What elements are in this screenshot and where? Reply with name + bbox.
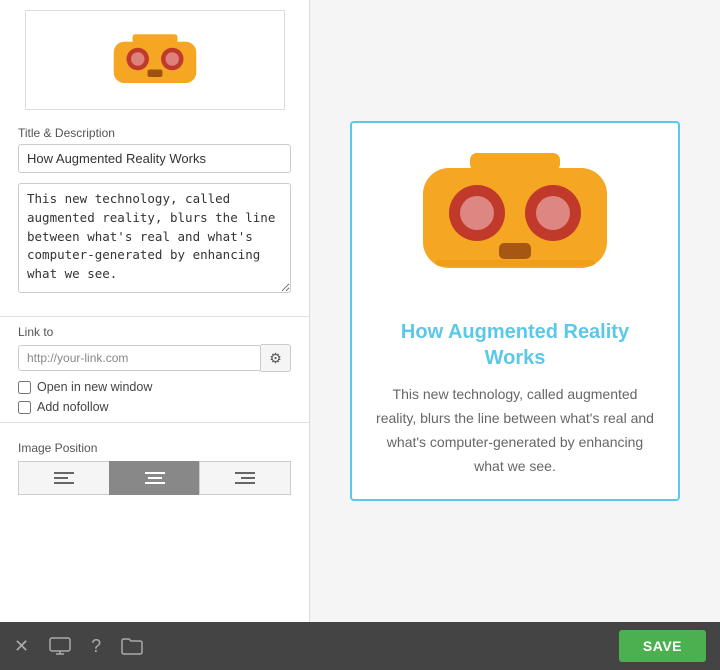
preview-vr-image	[415, 143, 615, 303]
align-center-icon	[145, 470, 165, 486]
link-gear-button[interactable]: ⚙	[261, 344, 291, 372]
image-position-section: Image Position	[0, 431, 309, 495]
link-section: Link to ⚙ Open in new window Add nofollo…	[0, 325, 309, 414]
bottom-bar: ✕ ? SAVE	[0, 622, 720, 670]
help-icon[interactable]: ?	[91, 636, 101, 657]
close-icon[interactable]: ✕	[14, 636, 29, 657]
preview-card: How Augmented Reality Works This new tec…	[350, 121, 680, 500]
add-nofollow-label: Add nofollow	[37, 400, 109, 414]
save-button[interactable]: SAVE	[619, 630, 706, 662]
desktop-icon[interactable]	[49, 637, 71, 655]
open-new-window-checkbox[interactable]	[18, 381, 31, 394]
position-center-button[interactable]	[109, 461, 200, 495]
position-buttons-group	[18, 461, 291, 495]
left-panel: Title & Description This new technology,…	[0, 0, 310, 622]
link-label: Link to	[18, 325, 291, 339]
align-right-icon	[235, 470, 255, 486]
add-nofollow-checkbox[interactable]	[18, 401, 31, 414]
collapse-handle[interactable]: ‹	[309, 293, 310, 329]
open-new-window-label: Open in new window	[37, 380, 152, 394]
preview-title: How Augmented Reality Works	[372, 319, 658, 371]
preview-description: This new technology, called augmented re…	[372, 383, 658, 478]
title-section-label: Title & Description	[0, 120, 309, 144]
divider-2	[0, 422, 309, 423]
link-input[interactable]	[18, 345, 261, 371]
add-nofollow-row[interactable]: Add nofollow	[18, 400, 291, 414]
preview-vr-icon	[415, 148, 615, 298]
folder-icon[interactable]	[121, 637, 143, 655]
description-textarea[interactable]: This new technology, called augmented re…	[18, 183, 291, 293]
divider-1	[0, 316, 309, 317]
position-right-button[interactable]	[199, 461, 291, 495]
align-left-icon	[54, 470, 74, 486]
thumbnail-image	[25, 10, 285, 110]
right-panel: How Augmented Reality Works This new tec…	[310, 0, 720, 622]
title-input[interactable]	[18, 144, 291, 173]
link-input-row: ⚙	[18, 344, 291, 372]
open-new-window-row[interactable]: Open in new window	[18, 380, 291, 394]
position-left-button[interactable]	[18, 461, 109, 495]
image-position-label: Image Position	[18, 441, 291, 455]
thumbnail-vr-icon	[110, 28, 200, 93]
thumbnail-area	[0, 0, 309, 120]
